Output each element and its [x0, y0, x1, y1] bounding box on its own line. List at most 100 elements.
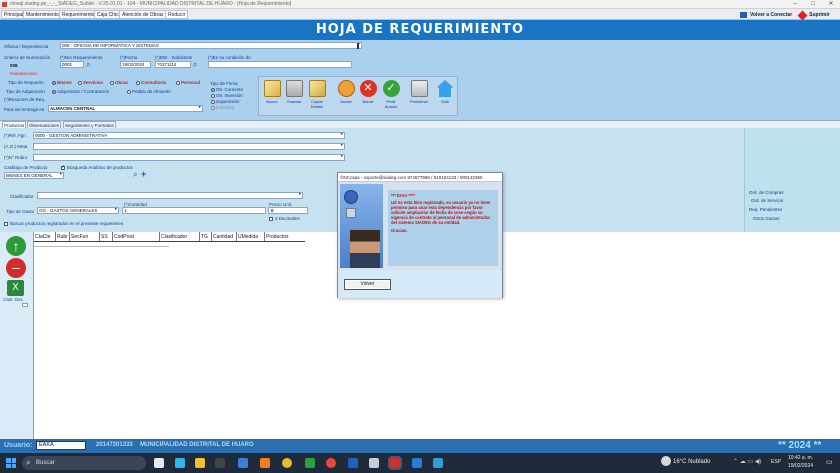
condicion-input[interactable] — [208, 61, 352, 68]
reconnect-button[interactable]: Volver a Conectar — [750, 12, 792, 18]
tipo-req-label: Tipo de Requerim. — [8, 80, 45, 85]
close-button[interactable]: ✕ — [822, 0, 840, 9]
whatsapp-icon[interactable] — [305, 458, 315, 468]
buscar-checkbox[interactable]: Buscar productos registrados en el prese… — [4, 221, 123, 226]
radio-consultoria[interactable]: Consultoría — [136, 80, 166, 85]
dni-input[interactable]: 70371114 — [155, 61, 191, 68]
notifications-icon[interactable]: ▭ — [826, 458, 833, 466]
col-ctacte[interactable]: CtaCte — [34, 232, 56, 241]
cantidad-input[interactable]: 1 — [122, 207, 266, 214]
file-explorer-icon[interactable] — [195, 458, 205, 468]
radio-firma-supervision[interactable]: Supervisión — [211, 99, 240, 104]
col-rubr[interactable]: Rubr — [56, 232, 70, 241]
copiar-detalle-button[interactable]: Copiar Detalle — [306, 80, 328, 112]
maximize-button[interactable]: □ — [804, 0, 822, 9]
link-ord-servicio[interactable]: Ord. de Servicio — [751, 198, 783, 203]
volver-button[interactable]: Volver — [344, 279, 391, 290]
criterio-value: 008 — [10, 63, 18, 68]
edge-icon[interactable] — [175, 458, 185, 468]
radio-personal[interactable]: Personal — [176, 80, 200, 85]
add-row-icon[interactable]: ↑ — [6, 236, 26, 256]
nuevo-button[interactable]: Nuevo — [261, 80, 283, 112]
tab-reducir[interactable]: Reducir — [165, 10, 189, 19]
borrar-button[interactable]: ✕ Borrar — [357, 80, 379, 112]
store-icon[interactable] — [215, 458, 225, 468]
clock-date[interactable]: 19/02/2024 — [788, 463, 813, 469]
meta-label: (A.O.) Meta — [4, 144, 28, 149]
clock-time[interactable]: 10:42 a. m. — [788, 455, 813, 461]
reconnect-icon — [740, 12, 747, 18]
preliminar-button[interactable]: Preliminar — [408, 80, 430, 112]
clasificador-select[interactable] — [37, 192, 303, 199]
tray-icons[interactable]: ⌃ ☁ ▭ ◀) — [733, 458, 761, 465]
radio-obras[interactable]: Obras — [110, 80, 128, 85]
rel-fgn-select[interactable]: 0000 - GESTION ADMINISTRATIVA — [33, 132, 345, 139]
tab-requerimiento[interactable]: Requerimiento — [59, 10, 98, 19]
col-clasificador[interactable]: Clasificador — [160, 232, 200, 241]
app3-icon[interactable] — [433, 458, 443, 468]
requirement-code: R20082024001 — [10, 71, 38, 76]
rubro-select[interactable] — [33, 154, 345, 161]
tab-atencion-obras[interactable]: Atención de Obras — [119, 10, 167, 19]
dialog-footer: Volver — [338, 270, 502, 298]
col-ss[interactable]: SS — [100, 232, 113, 241]
fecha-input[interactable]: 19/02/2024 — [120, 61, 151, 68]
anular-button[interactable]: Anular — [335, 80, 357, 112]
excel-export-icon[interactable]: X — [7, 280, 24, 296]
save-icon — [285, 80, 303, 97]
windows-start-icon[interactable] — [6, 458, 16, 468]
dialog-title: ©NCcapa - soporte@siadeg.com 974677988 /… — [338, 173, 502, 182]
minimize-button[interactable]: – — [786, 0, 804, 9]
app-icon[interactable] — [369, 458, 379, 468]
radio-firma-corriente[interactable]: Otr. Corriente — [211, 87, 243, 92]
catalogo-select[interactable]: BIENES EN GENERAL — [4, 172, 64, 179]
menu-bar: Principal Mantenimiento Requerimiento Ca… — [0, 9, 840, 20]
add-product-icon[interactable]: + — [141, 169, 146, 179]
tab-mantenimiento[interactable]: Mantenimiento — [23, 10, 62, 19]
radio-bienes[interactable]: Bienes — [52, 80, 72, 85]
salir-button[interactable]: Salir — [434, 80, 456, 112]
radio-pedido-almacen[interactable]: Pedido de Almacén — [127, 89, 171, 94]
col-codprod[interactable]: CodProd — [113, 232, 160, 241]
radio-servicios[interactable]: Servicios — [78, 80, 103, 85]
col-secfun[interactable]: SecFun — [70, 232, 100, 241]
link-ord-compras[interactable]: Ord. de Compras — [749, 190, 784, 195]
pedir-autoriz-button[interactable]: ✓ Pedir Autoriz — [380, 80, 402, 112]
search-dni-icon[interactable]: ⌕ — [193, 60, 197, 70]
nro-req-input[interactable]: 0001 — [60, 61, 84, 68]
link-otros-gastos[interactable]: Otros Gastos — [753, 216, 780, 221]
language-indicator[interactable]: ESP — [771, 459, 781, 465]
taskbar-search[interactable]: ⌕ Buscar — [22, 456, 146, 470]
col-tg[interactable]: TG — [200, 232, 212, 241]
app2-icon[interactable] — [412, 458, 422, 468]
search-product-icon[interactable]: ⌕ — [133, 170, 137, 180]
oficina-select[interactable]: 008 - OFICINA DE INFORMATICA Y SISTEMAS — [60, 42, 362, 49]
radio-firma-otros[interactable]: Inversión — [211, 105, 234, 110]
exit-button[interactable]: Suprimir — [809, 12, 830, 18]
col-umedida[interactable]: UMedida — [237, 232, 265, 241]
busqueda-checkbox[interactable]: Búsqueda Analítico de productos — [61, 164, 133, 170]
mail-icon[interactable] — [238, 458, 248, 468]
guardar-button[interactable]: Guardar — [283, 80, 305, 112]
radio-firma-inversion[interactable]: Otr. Inversión — [211, 93, 243, 98]
remove-row-icon[interactable]: – — [6, 258, 26, 278]
task-view-icon[interactable] — [154, 458, 164, 468]
decimales-checkbox[interactable]: 4 Decimales — [269, 216, 300, 221]
col-cantidad[interactable]: Cantidad — [212, 232, 237, 241]
dialog-message-box: *** Error **** Ud no esta bien registrad… — [388, 190, 498, 266]
col-productos[interactable]: Productos — [265, 232, 305, 241]
radio-adquisicion[interactable]: Adquisición / Contratación — [52, 89, 109, 94]
precio-input[interactable]: 0 — [268, 207, 308, 214]
siadeg-icon[interactable] — [388, 456, 402, 470]
weather-text[interactable]: 16°C Nublado — [673, 459, 710, 465]
entrega-select[interactable]: ALMACEN CENTRAL — [48, 105, 203, 112]
search-req-icon[interactable]: ⌕ — [86, 60, 90, 70]
link-req-pendientes[interactable]: Req. Pendientes — [749, 207, 782, 212]
tipo-gasto-select[interactable]: GG - GASTOS GENERALES — [37, 207, 119, 214]
firefox-icon[interactable] — [260, 458, 270, 468]
meta-select[interactable] — [33, 143, 345, 150]
chrome-alt-icon[interactable] — [326, 458, 336, 468]
chrome-icon[interactable] — [282, 458, 292, 468]
home-icon — [436, 80, 454, 97]
word-icon[interactable] — [348, 458, 358, 468]
